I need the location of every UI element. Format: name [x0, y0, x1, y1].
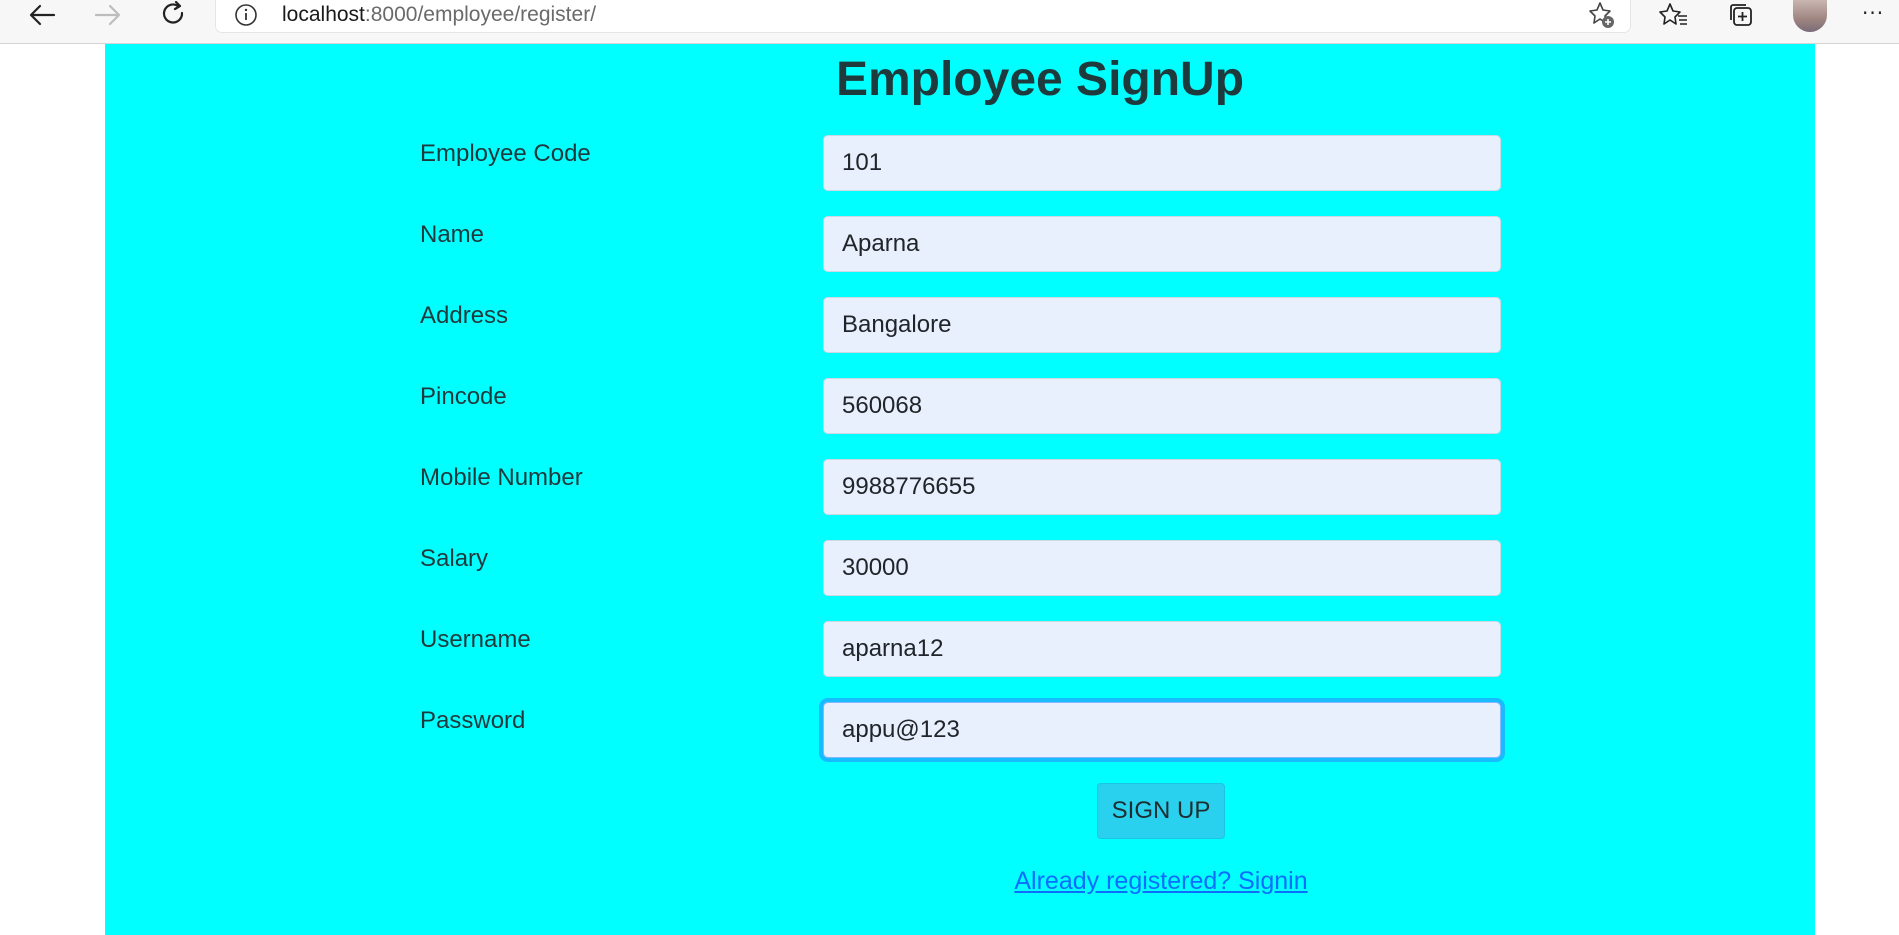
mobile-number-label: Mobile Number: [420, 464, 583, 491]
profile-avatar[interactable]: [1793, 0, 1827, 32]
name-input[interactable]: [823, 216, 1501, 272]
favorites-list-icon[interactable]: [1654, 0, 1694, 30]
reload-icon[interactable]: [152, 0, 196, 30]
url-text[interactable]: localhost:8000/employee/register/: [282, 2, 596, 28]
username-input[interactable]: [823, 621, 1501, 677]
pincode-label: Pincode: [420, 383, 507, 410]
signup-button[interactable]: SIGN UP: [1097, 783, 1225, 839]
password-input[interactable]: [823, 702, 1501, 758]
url-host: localhost: [282, 3, 365, 26]
forward-arrow-icon[interactable]: [86, 0, 130, 30]
page-title: Employee SignUp: [835, 53, 1245, 106]
salary-input[interactable]: [823, 540, 1501, 596]
address-label: Address: [420, 302, 509, 329]
password-label: Password: [420, 707, 526, 734]
employee-code-input[interactable]: [823, 135, 1501, 191]
employee-code-label: Employee Code: [420, 140, 591, 167]
signup-page: Employee SignUp Employee Code Name Addre…: [105, 44, 1815, 935]
address-input[interactable]: [823, 297, 1501, 353]
star-plus-icon[interactable]: [1582, 0, 1622, 30]
url-path: :8000/employee/register/: [364, 3, 597, 26]
back-arrow-icon[interactable]: [20, 0, 64, 30]
browser-toolbar: localhost:8000/employee/register/ ···: [0, 0, 1899, 44]
mobile-number-input[interactable]: [823, 459, 1501, 515]
signin-link: Already registered? Signin: [105, 865, 1899, 897]
salary-label: Salary: [420, 545, 489, 572]
signin-link-text[interactable]: Already registered? Signin: [1014, 867, 1307, 895]
pincode-input[interactable]: [823, 378, 1501, 434]
collections-icon[interactable]: [1721, 0, 1761, 30]
username-label: Username: [420, 626, 531, 653]
more-icon[interactable]: ···: [1862, 0, 1884, 26]
info-icon[interactable]: [234, 3, 257, 26]
name-label: Name: [420, 221, 485, 248]
